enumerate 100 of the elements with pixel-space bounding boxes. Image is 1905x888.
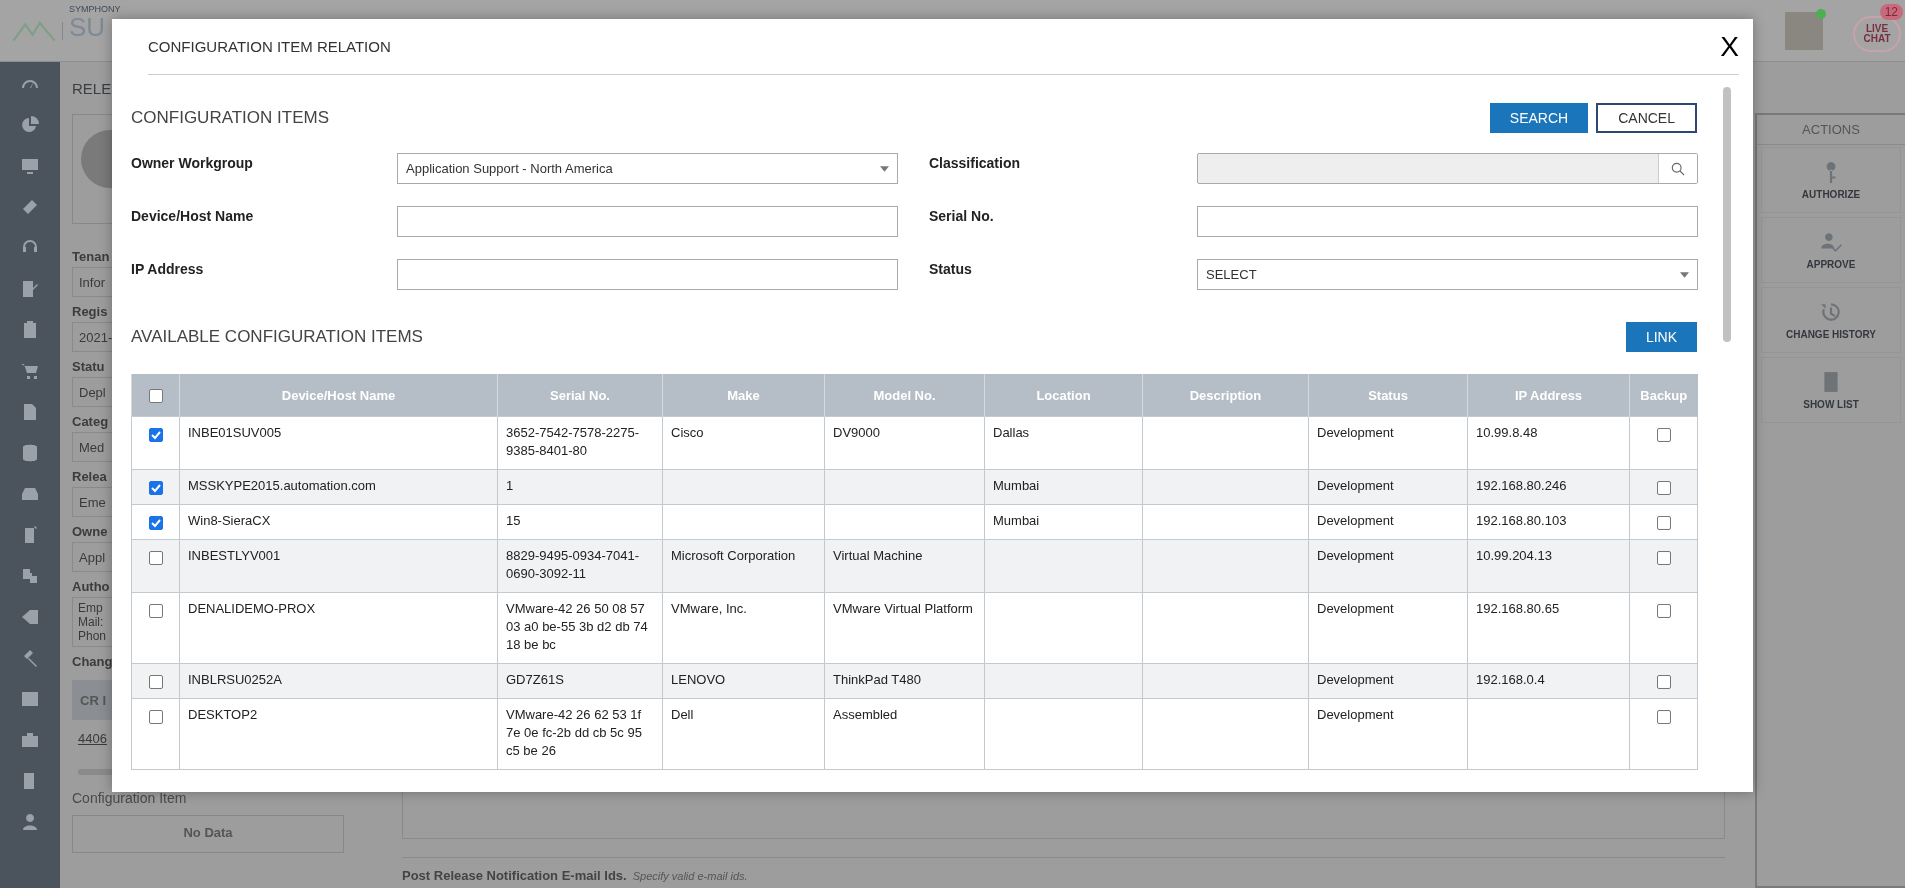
empty-state-box: No Data <box>72 815 344 853</box>
row-checkbox[interactable] <box>148 427 163 442</box>
column-header: Location <box>984 374 1143 417</box>
table-cell: 192.168.0.4 <box>1467 663 1630 699</box>
row-checkbox[interactable] <box>148 603 163 618</box>
column-header: Description <box>1142 374 1309 417</box>
table-cell: INBE01SUV005 <box>179 416 498 470</box>
table-cell: 192.168.80.103 <box>1467 504 1630 540</box>
table-cell: VMware, Inc. <box>662 592 825 664</box>
row-checkbox[interactable] <box>148 480 163 495</box>
table-cell: VMware-42 26 50 08 57 03 a0 be-55 3b d2 db 74 18 be bc <box>497 592 663 664</box>
field-label: Post Release Notification E-mail Ids. <box>402 868 627 883</box>
author-info-line: Mail: <box>78 615 104 629</box>
column-header: Status <box>1308 374 1468 417</box>
author-info-line: Emp <box>78 601 103 615</box>
table-cell: Development <box>1308 592 1468 664</box>
select-field[interactable]: Application Support - North America <box>397 153 898 184</box>
backup-checkbox[interactable] <box>1656 427 1671 442</box>
table-cell: DESKTOP2 <box>179 698 498 770</box>
action-button[interactable]: AUTHORIZE <box>1761 147 1901 213</box>
field-label: Categ <box>72 414 109 429</box>
field-label: Status <box>929 260 973 279</box>
section-label: Configuration Item <box>72 790 188 806</box>
cart-icon[interactable] <box>20 361 40 381</box>
table-cell: DENALIDEMO-PROX <box>179 592 498 664</box>
field-label: Autho <box>72 579 110 594</box>
field-label: Regis <box>72 304 108 319</box>
user-icon[interactable] <box>20 812 40 832</box>
row-checkbox[interactable] <box>148 550 163 565</box>
table-cell: 10.99.8.48 <box>1467 416 1630 470</box>
table-cell: Virtual Machine <box>824 539 985 593</box>
history-icon <box>1820 300 1842 323</box>
backup-checkbox[interactable] <box>1656 480 1671 495</box>
field-label: Classification <box>929 154 1022 173</box>
table-cell: 1 <box>497 469 663 505</box>
field-label: Relea <box>72 469 107 484</box>
section-title: CONFIGURATION ITEMS <box>131 108 329 128</box>
input-field[interactable] <box>1197 206 1698 237</box>
table-cell: 8829-9495-0934-7041-0690-3092-11 <box>497 539 663 593</box>
backup-checkbox[interactable] <box>1656 674 1671 689</box>
backup-checkbox[interactable] <box>1656 515 1671 530</box>
link-button[interactable]: LINK <box>1625 322 1697 352</box>
input-field[interactable] <box>397 259 898 290</box>
user-check-icon <box>1820 230 1842 253</box>
mountain-logo-icon <box>12 18 56 43</box>
panel-title: ACTIONS <box>1757 115 1905 145</box>
author-info-line: Phon <box>78 629 107 643</box>
field-label: Owner Workgroup <box>131 154 254 173</box>
logo-small-text: SYMPHONY <box>69 3 121 14</box>
action-button[interactable]: APPROVE <box>1761 217 1901 283</box>
field-label: Statu <box>72 359 105 374</box>
table-cell: 15 <box>497 504 663 540</box>
monitor-icon[interactable] <box>20 156 40 176</box>
table-cell: Development <box>1308 416 1468 470</box>
row-checkbox[interactable] <box>148 674 163 689</box>
pie-chart-icon[interactable] <box>20 115 40 135</box>
section-title: AVAILABLE CONFIGURATION ITEMS <box>131 327 423 347</box>
field-label: Serial No. <box>929 207 995 226</box>
table-cell: GD7Z61S <box>497 663 663 699</box>
backup-checkbox[interactable] <box>1656 603 1671 618</box>
field-label: Device/Host Name <box>131 207 255 226</box>
table-cell: Mumbai <box>984 504 1143 540</box>
backup-checkbox[interactable] <box>1656 550 1671 565</box>
table-cell: 192.168.80.246 <box>1467 469 1630 505</box>
action-button[interactable]: SEARCH <box>1489 103 1589 133</box>
briefcase-icon[interactable] <box>20 730 40 750</box>
table-cell: INBESTLYV001 <box>179 539 498 593</box>
row-checkbox[interactable] <box>148 515 163 530</box>
puzzle-icon[interactable] <box>20 566 40 586</box>
table-cell: 192.168.80.65 <box>1467 592 1630 664</box>
table-cell: Development <box>1308 504 1468 540</box>
notification-count-badge: 12 <box>1879 3 1903 20</box>
lookup-field[interactable] <box>1197 153 1698 184</box>
table-cell: Cisco <box>662 416 825 470</box>
edit-document-icon[interactable] <box>20 279 40 299</box>
table-cell: Development <box>1308 663 1468 699</box>
search-icon[interactable] <box>1671 161 1685 176</box>
action-button[interactable]: CHANGE HISTORY <box>1761 287 1901 353</box>
input-field[interactable] <box>397 206 898 237</box>
close-button[interactable]: X <box>1720 30 1739 63</box>
page-heading: RELE <box>72 80 112 97</box>
table-cell: 10.99.204.13 <box>1467 539 1630 593</box>
field-label: IP Address <box>131 260 205 279</box>
field-label: Chang <box>72 654 113 669</box>
row-checkbox[interactable] <box>148 709 163 724</box>
table-cell: Development <box>1308 698 1468 770</box>
table-cell: MSSKYPE2015.automation.com <box>179 469 498 505</box>
select-field[interactable]: SELECT <box>1197 259 1698 290</box>
backup-checkbox[interactable] <box>1656 709 1671 724</box>
select-all-checkbox[interactable] <box>148 389 163 404</box>
action-button[interactable]: SHOW LIST <box>1761 357 1901 423</box>
dialog-title: CONFIGURATION ITEM RELATION <box>148 38 391 55</box>
tag-icon[interactable] <box>20 607 40 627</box>
table-cell: Dell <box>662 698 825 770</box>
column-header: Model No. <box>824 374 985 417</box>
table-cell: 3652-7542-7578-2275-9385-8401-80 <box>497 416 663 470</box>
action-button[interactable]: CANCEL <box>1596 103 1697 133</box>
column-header: Device/Host Name <box>179 374 498 417</box>
database-icon[interactable] <box>20 443 40 463</box>
record-link[interactable]: 4406 <box>72 723 113 766</box>
